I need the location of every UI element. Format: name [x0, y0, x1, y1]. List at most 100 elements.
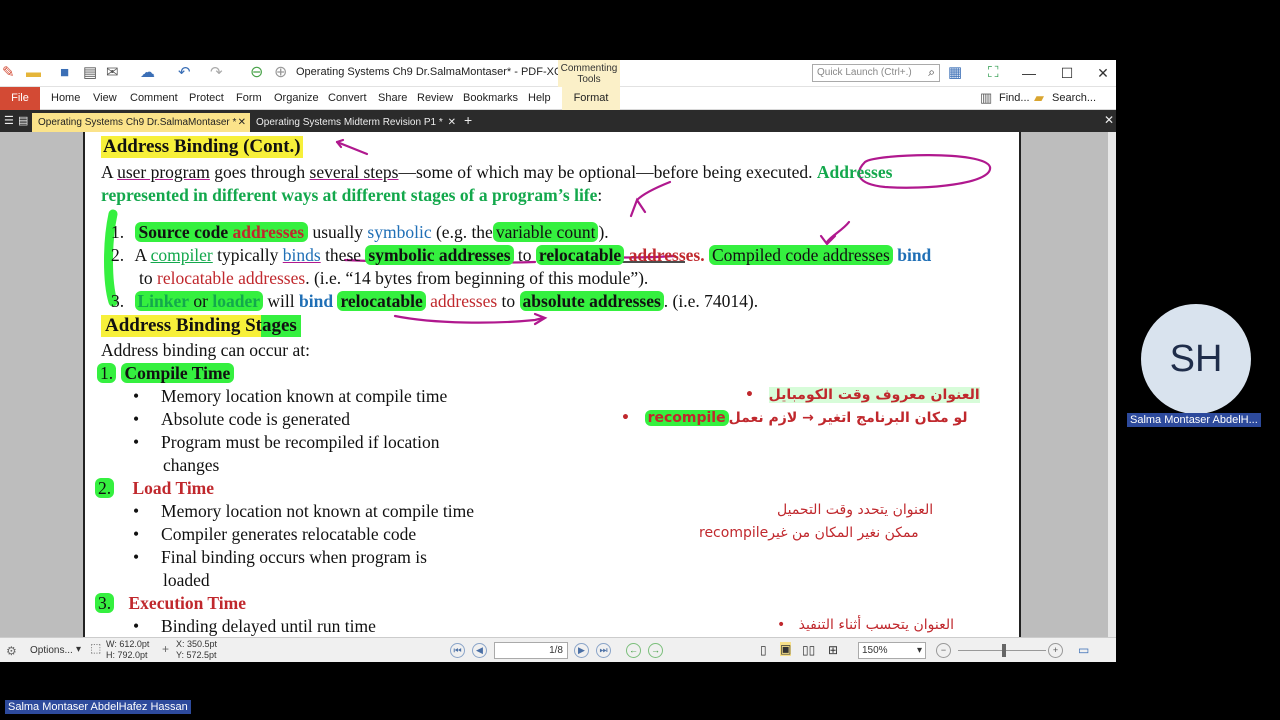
menu-form[interactable]: Form — [236, 92, 262, 104]
chevron-down-icon[interactable]: ▾ — [76, 644, 81, 655]
item2-number: 2. — [111, 245, 125, 265]
stage2-bullet3: • Final binding occurs when program is — [133, 547, 427, 567]
fullscreen-icon[interactable]: ⛶ — [988, 64, 999, 82]
stage3-bullet1: • Binding delayed until run time — [133, 616, 376, 636]
tab-close-icon[interactable]: ✕ — [238, 113, 246, 132]
find-icon: ▥ — [980, 90, 993, 105]
menu-view[interactable]: View — [93, 92, 117, 104]
maximize-button[interactable]: ☐ — [1052, 63, 1082, 83]
size-icon: ⬚ — [90, 641, 102, 655]
pdf-page: Address Binding (Cont.) A user program g… — [83, 132, 1021, 637]
item3-addresses: addresses — [430, 291, 498, 311]
stage1-bullet1: • Memory location known at compile time — [133, 386, 448, 406]
menu-protect[interactable]: Protect — [189, 92, 224, 104]
stage1-bullet2-text: Absolute code is generated — [161, 409, 351, 429]
document-tab-bar: ☰ ▤ Operating Systems Ch9 Dr.SalmaMontas… — [0, 110, 1116, 132]
item2-binds: binds — [282, 245, 321, 265]
single-page-icon[interactable]: ▯ — [760, 643, 767, 657]
ui-options-icon[interactable]: ▦ — [948, 64, 962, 82]
stage2-arabic2: ممكن نغير المكان من غيرrecompile — [699, 525, 919, 541]
item1-variable-count: variable count — [492, 222, 599, 242]
item3-absolute: absolute addresses — [519, 291, 664, 311]
menu-comment[interactable]: Comment — [130, 92, 178, 104]
save-icon[interactable]: ■ — [60, 64, 69, 82]
back-icon[interactable]: ⊖ — [250, 64, 263, 82]
menu-organize[interactable]: Organize — [274, 92, 319, 104]
menu-bookmarks[interactable]: Bookmarks — [463, 92, 518, 104]
continuous-page-icon[interactable]: ▣ — [780, 642, 792, 656]
search-icon: ⌕ — [928, 65, 935, 79]
close-window-button[interactable]: ✕ — [1088, 63, 1116, 83]
close-all-tabs-icon[interactable]: ✕ — [1104, 113, 1114, 127]
intro-goes-through: goes through — [214, 162, 306, 182]
continuous-facing-icon[interactable]: ⊞ — [828, 643, 838, 657]
zoom-slider-handle[interactable] — [1002, 644, 1006, 657]
page-number-input[interactable]: 1/8 — [494, 642, 568, 659]
scan-icon[interactable]: ☁ — [140, 64, 155, 82]
zoom-in-icon[interactable]: + — [1048, 643, 1063, 658]
stage2-title: Load Time — [132, 478, 215, 498]
stage3-heading: 3. Execution Time — [95, 593, 246, 614]
redo-icon[interactable]: ↷ — [210, 64, 223, 82]
find-button[interactable]: Find... — [999, 92, 1030, 104]
menu-share[interactable]: Share — [378, 92, 407, 104]
stages-intro: Address binding can occur at: — [101, 340, 310, 360]
vertical-scrollbar[interactable] — [1108, 132, 1116, 637]
stage2-recompile: recompile — [699, 525, 769, 541]
item2-line1: 2. A compiler typically binds these symb… — [111, 245, 931, 266]
stage1-bullet2: • Absolute code is generated — [133, 409, 351, 429]
menu-bar: File Home View Comment Protect Form Orga… — [0, 87, 1116, 110]
undo-icon[interactable]: ↶ — [178, 64, 191, 82]
previous-page-icon[interactable]: ◀ — [472, 643, 487, 658]
previous-view-icon[interactable]: ← — [626, 643, 641, 658]
full-screen-icon[interactable]: ▭ — [1078, 643, 1089, 657]
ink-arrow-life — [635, 180, 672, 202]
forward-icon[interactable]: ⊕ — [274, 64, 287, 82]
stage1-bullet3: • Program must be recompiled if location — [133, 432, 440, 452]
first-page-icon[interactable]: ⏮ — [450, 643, 465, 658]
next-view-icon[interactable]: → — [648, 643, 663, 658]
print-icon[interactable]: ▤ — [83, 64, 97, 82]
zoom-select[interactable]: 150% ▾ — [858, 642, 926, 659]
next-page-icon[interactable]: ▶ — [574, 643, 589, 658]
status-bar: ⚙ Options... ▾ ⬚ W: 612.0pt H: 792.0pt +… — [0, 637, 1116, 662]
ink-arrow-title — [335, 140, 369, 156]
menu-format[interactable]: Format — [562, 87, 620, 110]
email-icon[interactable]: ✉ — [106, 64, 119, 82]
item3-loader: loader — [212, 291, 261, 311]
file-menu-button[interactable]: File — [0, 87, 40, 110]
intro-line1: A user program goes through several step… — [101, 162, 892, 183]
intro-several-steps: several steps — [309, 162, 399, 182]
menu-home[interactable]: Home — [51, 92, 80, 104]
stage2-bullet3-text: Final binding occurs when program is — [161, 547, 427, 567]
intro-user-program: user program — [117, 162, 210, 182]
tab-close-icon[interactable]: ✕ — [448, 113, 456, 132]
new-tab-icon[interactable]: + — [464, 112, 472, 128]
open-folder-icon[interactable]: ▬ — [26, 64, 41, 82]
quick-launch-input[interactable]: Quick Launch (Ctrl+.) ⌕ — [812, 64, 940, 82]
item2-bind: bind — [897, 245, 932, 265]
item3: 3. Linker or loader will bind relocatabl… — [111, 291, 758, 312]
minimize-button[interactable]: — — [1014, 63, 1044, 83]
facing-pages-icon[interactable]: ▯▯ — [802, 643, 815, 657]
tab-ch9[interactable]: Operating Systems Ch9 Dr.SalmaMontaser *… — [32, 113, 250, 132]
page-width: W: 612.0pt — [106, 639, 150, 649]
tab-midterm[interactable]: Operating Systems Midterm Revision P1 * … — [250, 113, 460, 132]
menu-review[interactable]: Review — [417, 92, 453, 104]
menu-convert[interactable]: Convert — [328, 92, 367, 104]
menu-burger-icon[interactable]: ☰ — [4, 114, 14, 127]
last-page-icon[interactable]: ⏭ — [596, 643, 611, 658]
options-button[interactable]: Options... — [30, 645, 73, 656]
tab-ch9-label: Operating Systems Ch9 Dr.SalmaMontaser * — [38, 117, 237, 128]
document-viewport[interactable]: Address Binding (Cont.) A user program g… — [0, 132, 1116, 637]
menu-help[interactable]: Help — [528, 92, 551, 104]
item3-relocatable: relocatable — [337, 291, 426, 311]
app-root: ✎ ▬ ■ ▤ ✉ ☁ ↶ ↷ ⊖ ⊕ Operating Systems Ch… — [0, 0, 1280, 720]
intro-optional: —some of which may be optional—before be… — [398, 162, 813, 182]
search-button[interactable]: Search... — [1052, 92, 1096, 104]
item2-typically: typically — [217, 245, 279, 265]
panel-icon[interactable]: ▤ — [18, 114, 28, 127]
stage2-bullet2: • Compiler generates relocatable code — [133, 524, 417, 544]
zoom-out-icon[interactable]: − — [936, 643, 951, 658]
tab-midterm-label: Operating Systems Midterm Revision P1 * — [256, 117, 443, 128]
